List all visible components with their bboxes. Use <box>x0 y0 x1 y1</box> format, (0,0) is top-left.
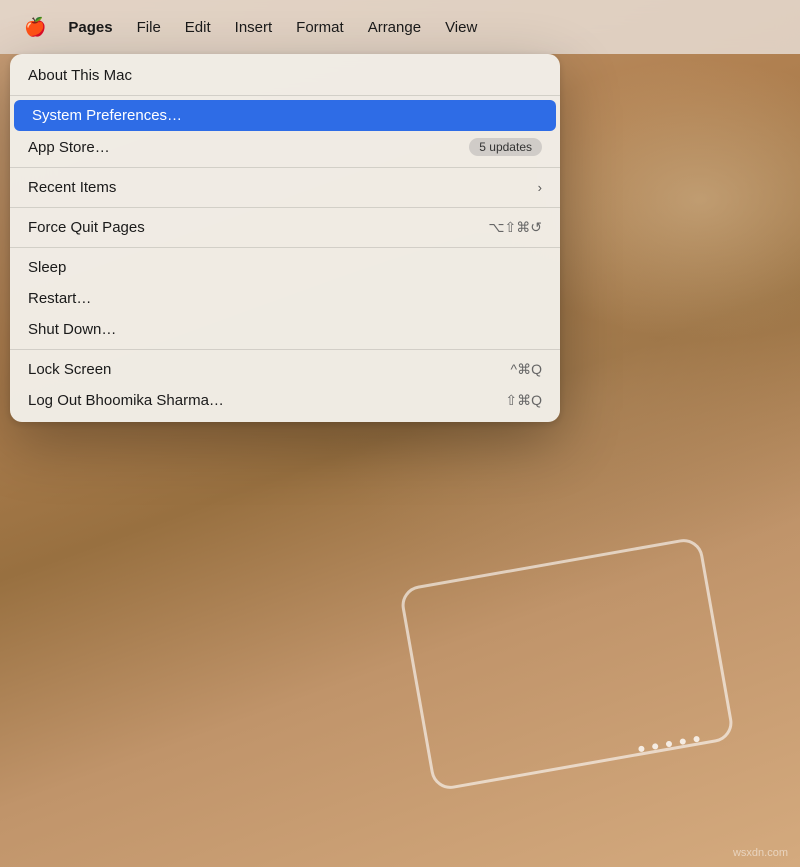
menu-item-about-label: About This Mac <box>28 67 132 84</box>
menu-divider-4 <box>10 247 560 248</box>
menubar-item-arrange[interactable]: Arrange <box>358 15 431 40</box>
menu-item-recent-items-label: Recent Items <box>28 179 116 196</box>
app-store-badge: 5 updates <box>469 138 542 156</box>
menu-item-lock-screen-label: Lock Screen <box>28 361 111 378</box>
recent-items-chevron-icon: › <box>538 180 542 195</box>
menu-item-force-quit-label: Force Quit Pages <box>28 219 145 236</box>
menu-item-restart[interactable]: Restart… <box>10 283 560 314</box>
menu-divider-1 <box>10 95 560 96</box>
menu-divider-3 <box>10 207 560 208</box>
menu-item-sleep-label: Sleep <box>28 259 66 276</box>
menu-item-shut-down-label: Shut Down… <box>28 321 116 338</box>
menu-item-recent-items[interactable]: Recent Items › <box>10 172 560 203</box>
menu-item-system-preferences[interactable]: System Preferences… <box>14 100 556 131</box>
lock-screen-shortcut: ^⌘Q <box>511 361 542 378</box>
menu-item-app-store-label: App Store… <box>28 139 110 156</box>
apple-menu-button[interactable]: 🍎 <box>16 13 54 42</box>
menu-item-log-out[interactable]: Log Out Bhoomika Sharma… ⇧⌘Q <box>10 385 560 416</box>
menu-divider-2 <box>10 167 560 168</box>
menu-divider-5 <box>10 349 560 350</box>
menubar-item-pages[interactable]: Pages <box>58 15 122 40</box>
menu-item-lock-screen[interactable]: Lock Screen ^⌘Q <box>10 354 560 385</box>
menubar-item-insert[interactable]: Insert <box>225 15 283 40</box>
force-quit-shortcut: ⌥⇧⌘↺ <box>488 219 542 236</box>
menu-item-sleep[interactable]: Sleep <box>10 252 560 283</box>
menu-item-shut-down[interactable]: Shut Down… <box>10 314 560 345</box>
menubar-item-file[interactable]: File <box>127 15 171 40</box>
watermark: wsxdn.com <box>733 847 788 859</box>
menu-item-app-store[interactable]: App Store… 5 updates <box>10 131 560 163</box>
menu-item-about[interactable]: About This Mac <box>10 60 560 91</box>
log-out-shortcut: ⇧⌘Q <box>505 392 542 409</box>
menubar-item-format[interactable]: Format <box>286 15 354 40</box>
menu-item-log-out-label: Log Out Bhoomika Sharma… <box>28 392 224 409</box>
menu-item-force-quit[interactable]: Force Quit Pages ⌥⇧⌘↺ <box>10 212 560 243</box>
menu-item-restart-label: Restart… <box>28 290 91 307</box>
apple-dropdown-menu: About This Mac System Preferences… App S… <box>10 54 560 422</box>
menu-item-system-preferences-label: System Preferences… <box>32 107 182 124</box>
menubar-item-view[interactable]: View <box>435 15 487 40</box>
menu-bar: 🍎 Pages File Edit Insert Format Arrange … <box>0 0 800 54</box>
menubar-item-edit[interactable]: Edit <box>175 15 221 40</box>
